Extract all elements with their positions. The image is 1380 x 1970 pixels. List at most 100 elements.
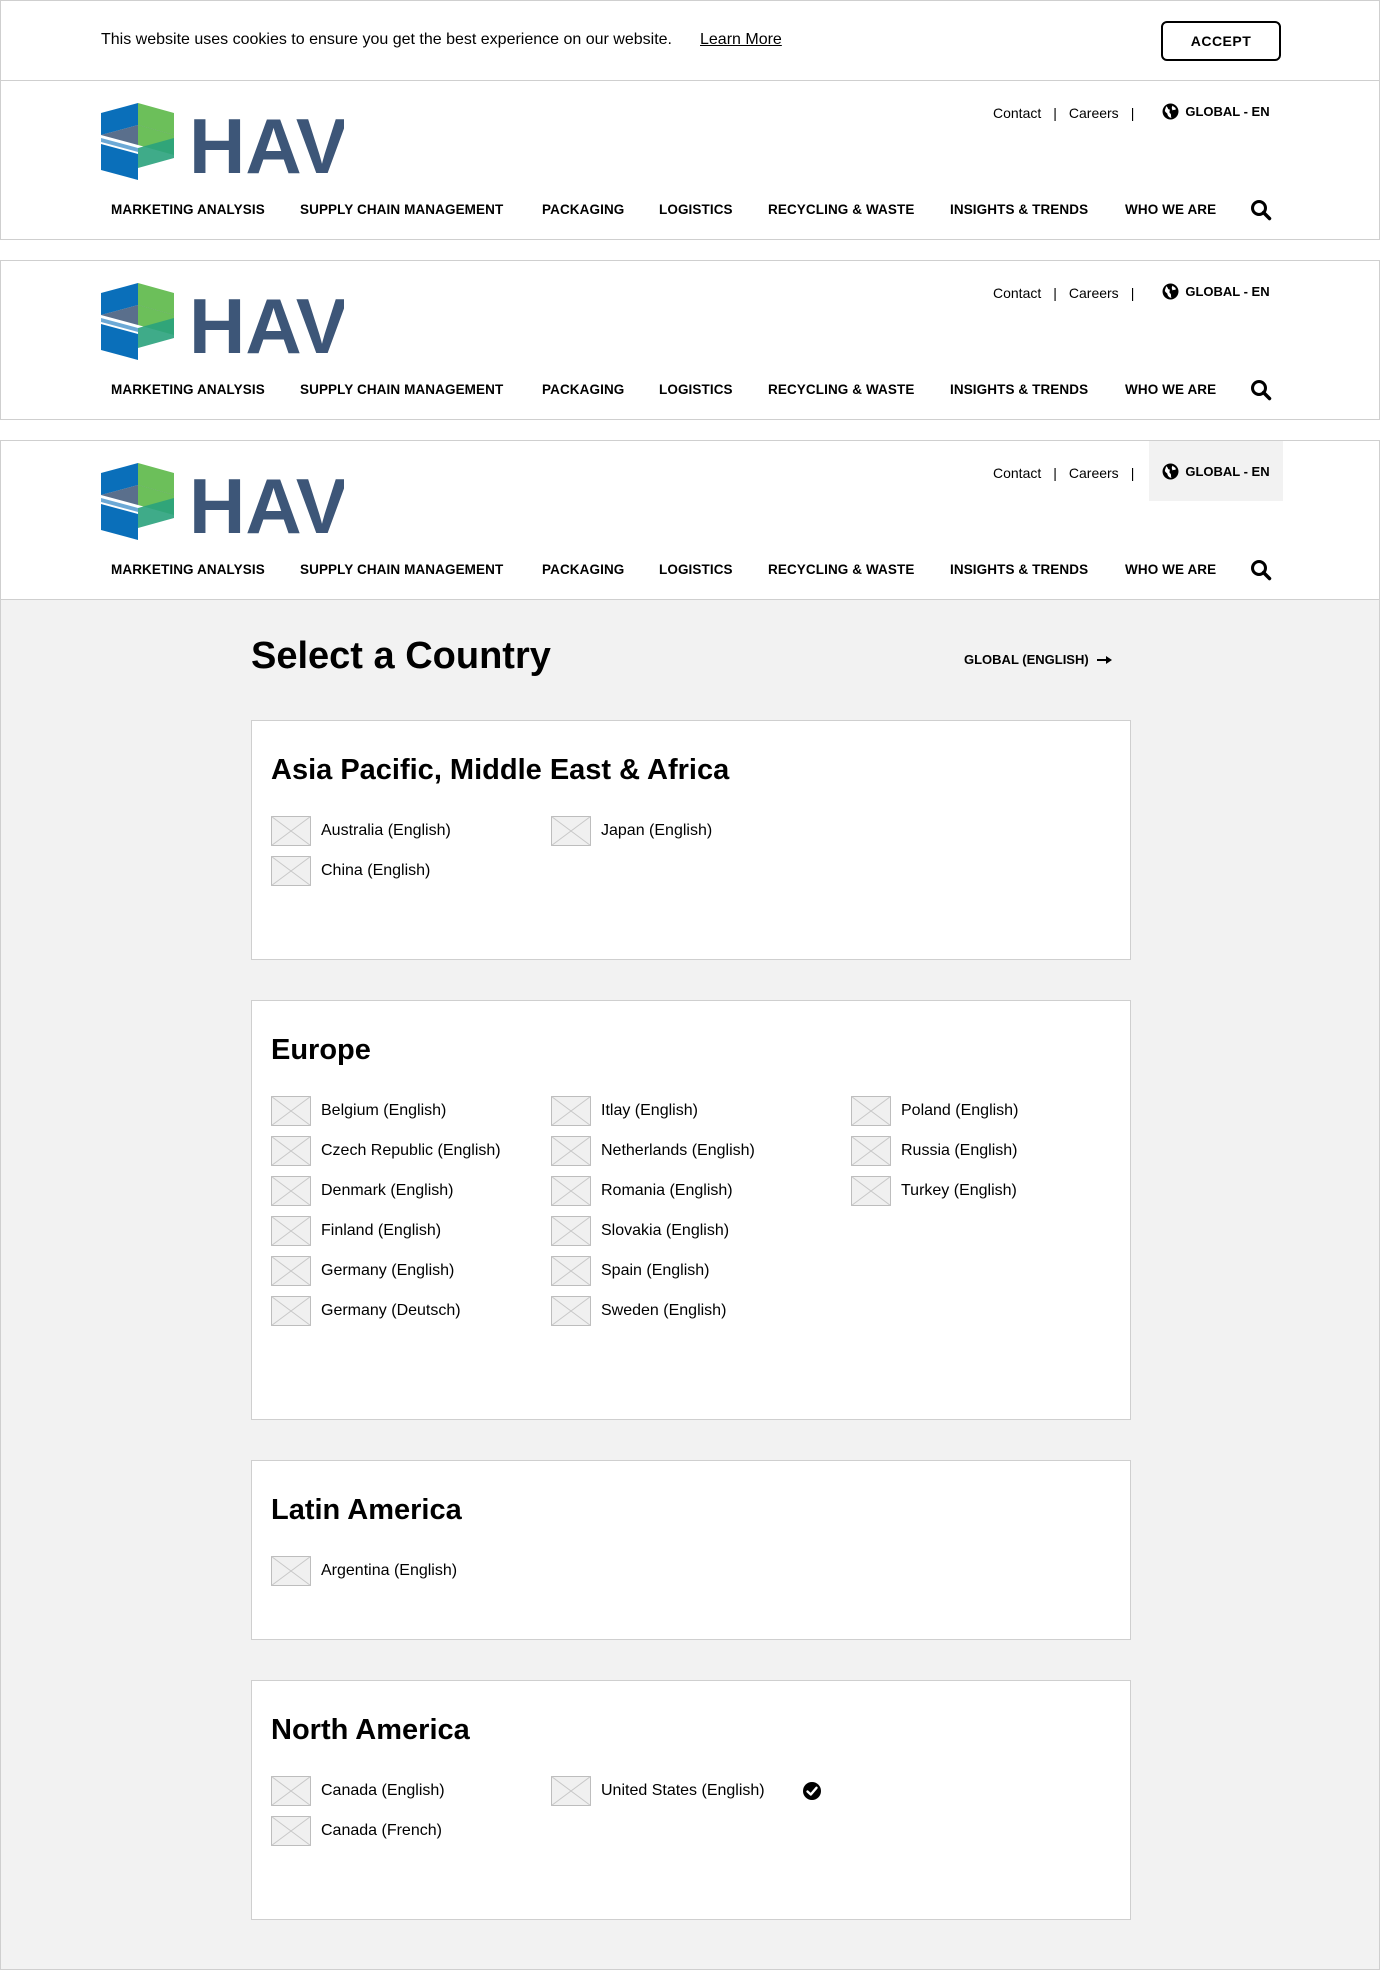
utility-links: Contact | Careers | <box>993 462 1146 484</box>
nav-packaging[interactable]: PACKAGING <box>542 202 624 217</box>
learn-more-link[interactable]: Learn More <box>700 31 782 49</box>
nav-recycling-waste[interactable]: RECYCLING & WASTE <box>768 382 914 397</box>
flag-image <box>271 816 311 846</box>
careers-link[interactable]: Careers <box>1069 465 1119 481</box>
country-option[interactable]: Australia (English) <box>271 816 451 846</box>
nav-who-we-are[interactable]: WHO WE ARE <box>1125 562 1216 577</box>
country-option[interactable]: Germany (English) <box>271 1256 454 1286</box>
flag-image <box>271 1176 311 1206</box>
globe-icon <box>1162 283 1179 299</box>
havi-logo[interactable]: HAVI <box>101 460 344 540</box>
logo-text: HAVI <box>189 462 344 540</box>
country-option[interactable]: Belgium (English) <box>271 1096 446 1126</box>
nav-marketing-analysis[interactable]: MARKETING ANALYSIS <box>111 202 265 217</box>
havi-logo[interactable]: HAVI <box>101 280 344 360</box>
selected-check-icon <box>802 1782 821 1800</box>
nav-insights-trends[interactable]: INSIGHTS & TRENDS <box>950 562 1088 577</box>
country-option[interactable]: Netherlands (English) <box>551 1136 755 1166</box>
flag-image <box>271 1816 311 1846</box>
nav-marketing-analysis[interactable]: MARKETING ANALYSIS <box>111 562 265 577</box>
nav-marketing-analysis[interactable]: MARKETING ANALYSIS <box>111 382 265 397</box>
flag-image <box>271 1096 311 1126</box>
region-title: Europe <box>271 1034 371 1066</box>
nav-recycling-waste[interactable]: RECYCLING & WASTE <box>768 202 914 217</box>
flag-image <box>271 856 311 886</box>
search-icon[interactable] <box>1250 559 1272 581</box>
contact-link[interactable]: Contact <box>993 285 1041 301</box>
region-card: Asia Pacific, Middle East & Africa Austr… <box>251 720 1131 960</box>
search-icon[interactable] <box>1250 379 1272 401</box>
country-label: Germany (English) <box>321 1262 455 1279</box>
country-option[interactable]: Itlay (English) <box>551 1096 698 1126</box>
country-label: Australia (English) <box>321 822 451 839</box>
country-option[interactable]: Poland (English) <box>851 1096 1018 1126</box>
country-option[interactable]: Turkey (English) <box>851 1176 1017 1206</box>
nav-supply-chain-management[interactable]: SUPPLY CHAIN MANAGEMENT <box>300 202 503 217</box>
language-selector-button[interactable]: GLOBAL - EN <box>1149 81 1283 141</box>
nav-who-we-are[interactable]: WHO WE ARE <box>1125 202 1216 217</box>
link-separator: | <box>1053 465 1057 481</box>
logo-text: HAVI <box>189 102 344 180</box>
havi-logo[interactable]: HAVI <box>101 100 344 180</box>
contact-link[interactable]: Contact <box>993 105 1041 121</box>
country-option[interactable]: Japan (English) <box>551 816 712 846</box>
flag-image <box>551 1136 591 1166</box>
country-option[interactable]: Germany (Deutsch) <box>271 1296 461 1326</box>
country-label: Romania (English) <box>601 1182 733 1199</box>
region-title: North America <box>271 1714 470 1746</box>
main-nav: MARKETING ANALYSIS SUPPLY CHAIN MANAGEME… <box>101 379 1283 401</box>
nav-insights-trends[interactable]: INSIGHTS & TRENDS <box>950 382 1088 397</box>
country-label: Canada (French) <box>321 1822 442 1839</box>
link-separator: | <box>1130 285 1135 301</box>
region-title: Asia Pacific, Middle East & Africa <box>271 754 730 786</box>
country-option[interactable]: Finland (English) <box>271 1216 441 1246</box>
link-separator: | <box>1130 465 1135 481</box>
link-separator: | <box>1130 105 1135 121</box>
nav-logistics[interactable]: LOGISTICS <box>659 202 733 217</box>
language-selector-button[interactable]: GLOBAL - EN <box>1149 441 1283 501</box>
country-option[interactable]: Romania (English) <box>551 1176 733 1206</box>
utility-links: Contact | Careers | <box>993 102 1146 124</box>
nav-insights-trends[interactable]: INSIGHTS & TRENDS <box>950 202 1088 217</box>
flag-image <box>551 1256 591 1286</box>
country-option[interactable]: Canada (French) <box>271 1816 442 1846</box>
country-option[interactable]: Argentina (English) <box>271 1556 457 1586</box>
nav-supply-chain-management[interactable]: SUPPLY CHAIN MANAGEMENT <box>300 562 503 577</box>
globe-icon <box>1162 463 1179 479</box>
flag-image <box>271 1136 311 1166</box>
flag-image <box>551 816 591 846</box>
flag-image <box>551 1096 591 1126</box>
global-english-link[interactable]: GLOBAL (ENGLISH) <box>964 652 1112 667</box>
global-link-label: GLOBAL (ENGLISH) <box>964 652 1089 667</box>
contact-link[interactable]: Contact <box>993 465 1041 481</box>
nav-packaging[interactable]: PACKAGING <box>542 562 624 577</box>
region-title: Latin America <box>271 1494 462 1526</box>
careers-link[interactable]: Careers <box>1069 105 1119 121</box>
nav-who-we-are[interactable]: WHO WE ARE <box>1125 382 1216 397</box>
country-option[interactable]: Canada (English) <box>271 1776 445 1806</box>
country-label: Poland (English) <box>901 1102 1019 1119</box>
nav-packaging[interactable]: PACKAGING <box>542 382 624 397</box>
country-label: Argentina (English) <box>321 1562 458 1579</box>
region-card: North America Canada (English) Canada (F… <box>251 1680 1131 1920</box>
country-option[interactable]: United States (English) <box>551 1776 821 1806</box>
nav-supply-chain-management[interactable]: SUPPLY CHAIN MANAGEMENT <box>300 382 503 397</box>
search-icon[interactable] <box>1250 199 1272 221</box>
careers-link[interactable]: Careers <box>1069 285 1119 301</box>
country-option[interactable]: Denmark (English) <box>271 1176 453 1206</box>
nav-logistics[interactable]: LOGISTICS <box>659 382 733 397</box>
country-option[interactable]: Russia (English) <box>851 1136 1017 1166</box>
country-label: Spain (English) <box>601 1262 710 1279</box>
flag-image <box>551 1176 591 1206</box>
country-option[interactable]: Czech Republic (English) <box>271 1136 501 1166</box>
nav-logistics[interactable]: LOGISTICS <box>659 562 733 577</box>
language-selector-button[interactable]: GLOBAL - EN <box>1149 261 1283 321</box>
country-label: Japan (English) <box>601 822 713 839</box>
country-option[interactable]: China (English) <box>271 856 430 886</box>
accept-cookies-button[interactable]: ACCEPT <box>1161 21 1281 61</box>
country-label: Slovakia (English) <box>601 1222 730 1239</box>
country-option[interactable]: Sweden (English) <box>551 1296 726 1326</box>
country-option[interactable]: Slovakia (English) <box>551 1216 729 1246</box>
country-option[interactable]: Spain (English) <box>551 1256 710 1286</box>
nav-recycling-waste[interactable]: RECYCLING & WASTE <box>768 562 914 577</box>
